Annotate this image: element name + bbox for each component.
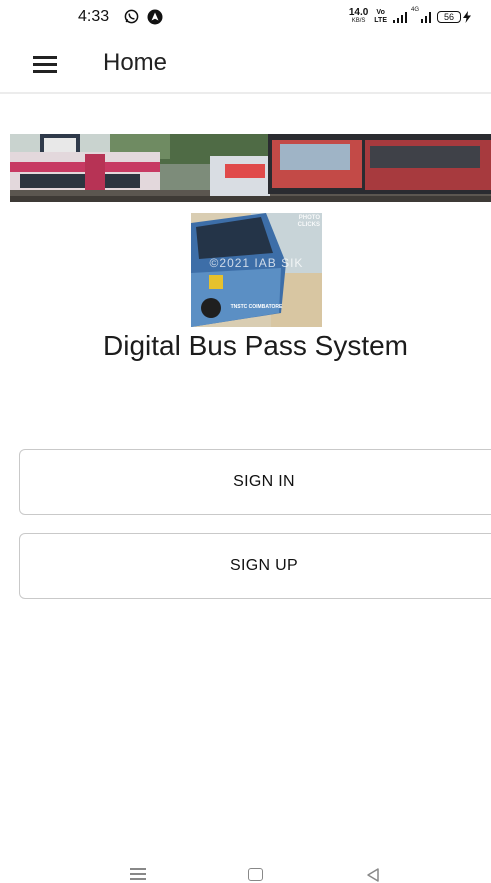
home-icon[interactable] [248, 868, 263, 881]
charging-icon [463, 11, 471, 23]
signal-icon [393, 11, 407, 23]
network-speed-value: 14.0 [348, 7, 369, 18]
photo-caption: TNSTC COIMBATORE [230, 304, 283, 310]
photo-clicks-line2: CLICKS [297, 222, 320, 228]
signal2-label: 4G [411, 7, 420, 13]
battery-icon: 56 [437, 11, 471, 23]
photo-clicks-line1: PHOTO [298, 215, 320, 221]
system-nav-bar [0, 855, 491, 883]
battery-level: 56 [437, 11, 461, 23]
sign-up-button[interactable]: SIGN UP [19, 533, 491, 599]
app-bar: Home [0, 36, 491, 94]
bus-photo: PHOTO CLICKS ©2021 IAB SIK TNSTC COIMBAT… [191, 213, 322, 327]
app-headline: Digital Bus Pass System [103, 330, 408, 361]
page-title: Home [103, 49, 168, 76]
hamburger-menu-icon[interactable] [33, 56, 57, 73]
signal-icon-2: 4G [411, 7, 431, 23]
status-right: 14.0 KB/S Vo LTE 4G 56 [349, 7, 471, 27]
sign-in-button[interactable]: SIGN IN [19, 449, 491, 515]
network-speed-unit: KB/S [351, 18, 366, 24]
photo-watermark: ©2021 IAB SIK [209, 256, 304, 270]
recent-apps-icon[interactable] [130, 868, 146, 880]
bus-banner-image [10, 134, 491, 202]
status-bar: 4:33 14.0 KB/S Vo LTE 4G 56 [0, 0, 491, 36]
network-speed: 14.0 KB/S [348, 7, 369, 25]
volte-top: Vo [376, 9, 385, 16]
volte-bottom: LTE [374, 17, 387, 24]
volte-indicator: Vo LTE [374, 9, 387, 25]
back-icon[interactable] [365, 867, 381, 883]
screen: 4:33 14.0 KB/S Vo LTE 4G 56 Home PHOTO C… [0, 0, 491, 883]
status-time: 4:33 [78, 8, 110, 25]
photo-clicks-text: PHOTO CLICKS [298, 215, 320, 229]
whatsapp-icon [124, 9, 139, 24]
navigation-icon [147, 9, 163, 25]
